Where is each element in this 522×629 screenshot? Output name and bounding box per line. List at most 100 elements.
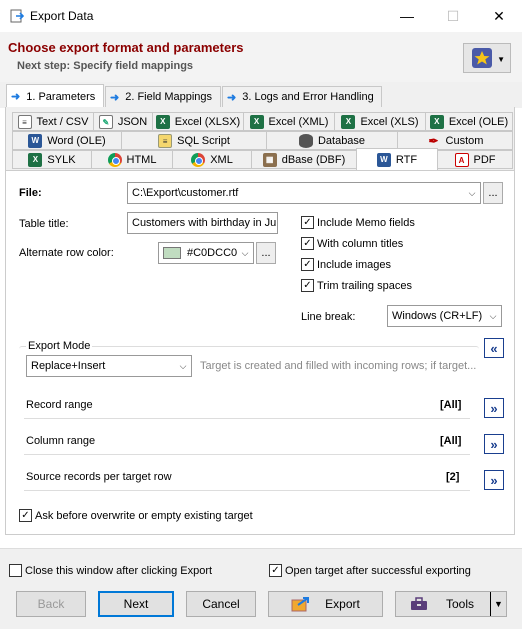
excel-icon: X (155, 114, 170, 129)
text-file-icon: ≡ (17, 114, 32, 129)
column-range-label: Column range (26, 435, 96, 447)
format-tab-excel-xls[interactable]: X Excel (XLS) (334, 112, 426, 131)
format-tab-label: JSON (117, 115, 148, 128)
line-break-select[interactable]: Windows (CR+LF) ⌵ (387, 305, 502, 327)
checkbox-label: With column titles (317, 237, 404, 250)
checkbox-unchecked (9, 564, 22, 577)
format-tab-excel-ole[interactable]: X Excel (OLE) (425, 112, 513, 131)
column-range-expand-button[interactable]: » (484, 434, 504, 454)
file-label: File: (19, 187, 42, 199)
minimize-button[interactable]: — (384, 0, 430, 32)
favorites-button[interactable]: ▼ (463, 43, 511, 73)
checkbox-checked: ✓ (19, 509, 32, 522)
chevron-down-icon: ⌵ (241, 247, 249, 258)
tab-label: 1. Parameters (26, 90, 96, 103)
checkbox-checked: ✓ (269, 564, 282, 577)
record-range-expand-button[interactable]: » (484, 398, 504, 418)
include-memo-fields-checkbox[interactable]: ✓ Include Memo fields (301, 216, 415, 229)
word-icon: W (376, 152, 391, 167)
record-range-label: Record range (26, 399, 93, 411)
excel-icon: X (28, 152, 43, 167)
format-tab-label: Excel (XML) (268, 115, 329, 128)
next-button[interactable]: Next (98, 591, 174, 617)
tab-parameters[interactable]: ➜ 1. Parameters (6, 84, 104, 108)
maximize-button[interactable]: ☐ (430, 0, 476, 32)
export-mode-select[interactable]: Replace+Insert ⌵ (26, 355, 192, 377)
table-title-input[interactable]: Customers with birthday in Jul (127, 212, 278, 234)
arrow-right-icon: ➜ (227, 91, 237, 104)
line-break-value: Windows (CR+LF) (392, 310, 483, 322)
format-tab-sylk[interactable]: X SYLK (12, 150, 92, 169)
ask-before-overwrite-checkbox[interactable]: ✓ Ask before overwrite or empty existing… (19, 509, 253, 522)
format-tab-label: SYLK (47, 153, 76, 166)
window-title: Export Data (30, 9, 94, 23)
back-button[interactable]: Back (16, 591, 86, 617)
browse-file-button[interactable]: ... (483, 182, 503, 204)
file-path-combobox[interactable]: C:\Export\customer.rtf ⌵ (127, 182, 481, 204)
format-tab-text-csv[interactable]: ≡ Text / CSV (12, 112, 94, 131)
close-button[interactable]: ✕ (476, 0, 522, 32)
format-tab-word-ole[interactable]: W Word (OLE) (12, 131, 122, 150)
checkbox-label: Trim trailing spaces (317, 279, 412, 292)
chevron-down-icon[interactable]: ▼ (490, 592, 506, 616)
format-tab-dbase-dbf[interactable]: ▦ dBase (DBF) (251, 150, 357, 169)
excel-icon: X (249, 114, 264, 129)
export-button[interactable]: Export (268, 591, 383, 617)
toolbox-icon (411, 597, 427, 610)
file-path-value: C:\Export\customer.rtf (132, 187, 239, 199)
chevron-down-icon: ▼ (497, 55, 505, 64)
tools-button[interactable]: Tools ▼ (395, 591, 507, 617)
export-mode-hint: Target is created and filled with incomi… (200, 360, 477, 372)
with-column-titles-checkbox[interactable]: ✓ With column titles (301, 237, 403, 250)
format-tab-sql-script[interactable]: ≡ SQL Script (121, 131, 267, 150)
format-tab-label: Custom (445, 134, 484, 147)
include-images-checkbox[interactable]: ✓ Include images (301, 258, 391, 271)
dbase-icon: ▦ (262, 152, 277, 167)
star-icon (472, 48, 492, 68)
color-value: #C0DCC0 (187, 247, 238, 259)
checkbox-checked: ✓ (301, 237, 314, 250)
checkbox-checked: ✓ (301, 258, 314, 271)
table-title-label: Table title: (19, 218, 69, 230)
format-tab-label: HTML (126, 153, 157, 166)
format-tab-html[interactable]: HTML (91, 150, 173, 169)
chrome-icon (107, 152, 122, 167)
sql-script-icon: ≡ (158, 133, 173, 148)
chevron-down-icon: ⌵ (468, 187, 476, 198)
format-tab-xml[interactable]: XML (172, 150, 252, 169)
format-tab-label: Excel (XLS) (360, 115, 419, 128)
checkbox-label: Open target after successful exporting (285, 564, 471, 577)
format-tab-excel-xlsx[interactable]: X Excel (XLSX) (152, 112, 244, 131)
format-tab-pdf[interactable]: A PDF (437, 150, 513, 169)
format-tab-excel-xml[interactable]: X Excel (XML) (243, 112, 335, 131)
format-tab-label: SQL Script (177, 134, 230, 147)
tools-button-label: Tools (446, 597, 475, 611)
export-mode-label: Export Mode (26, 340, 93, 352)
format-tab-json[interactable]: ✎ JSON (93, 112, 153, 131)
format-tab-label: RTF (395, 153, 418, 166)
page-title: Choose export format and parameters (8, 40, 244, 55)
line-break-label: Line break: (301, 311, 356, 323)
checkbox-checked: ✓ (301, 279, 314, 292)
checkbox-label: Ask before overwrite or empty existing t… (35, 509, 253, 522)
format-tab-rtf[interactable]: W RTF (356, 148, 438, 170)
json-icon: ✎ (98, 114, 113, 129)
trim-trailing-spaces-checkbox[interactable]: ✓ Trim trailing spaces (301, 279, 412, 292)
collapse-button[interactable]: « (484, 338, 504, 358)
open-target-after-export-checkbox[interactable]: ✓ Open target after successful exporting (269, 564, 471, 577)
export-app-icon (10, 9, 24, 23)
close-after-export-checkbox[interactable]: Close this window after clicking Export (9, 564, 212, 577)
color-picker-button[interactable]: ... (256, 242, 276, 264)
arrow-right-icon: ➜ (110, 91, 120, 104)
tab-logs-error-handling[interactable]: ➜ 3. Logs and Error Handling (222, 86, 382, 107)
column-range-value: [All] (440, 435, 462, 447)
source-records-value: [2] (446, 471, 460, 483)
format-tab-label: Text / CSV (36, 115, 89, 128)
source-records-expand-button[interactable]: » (484, 470, 504, 490)
export-mode-value: Replace+Insert (31, 360, 106, 372)
alt-row-color-picker[interactable]: #C0DCC0 ⌵ (158, 242, 254, 264)
chrome-icon (191, 152, 206, 167)
tab-field-mappings[interactable]: ➜ 2. Field Mappings (105, 86, 221, 107)
cancel-button[interactable]: Cancel (186, 591, 256, 617)
chevron-down-icon: ⌵ (489, 310, 497, 321)
